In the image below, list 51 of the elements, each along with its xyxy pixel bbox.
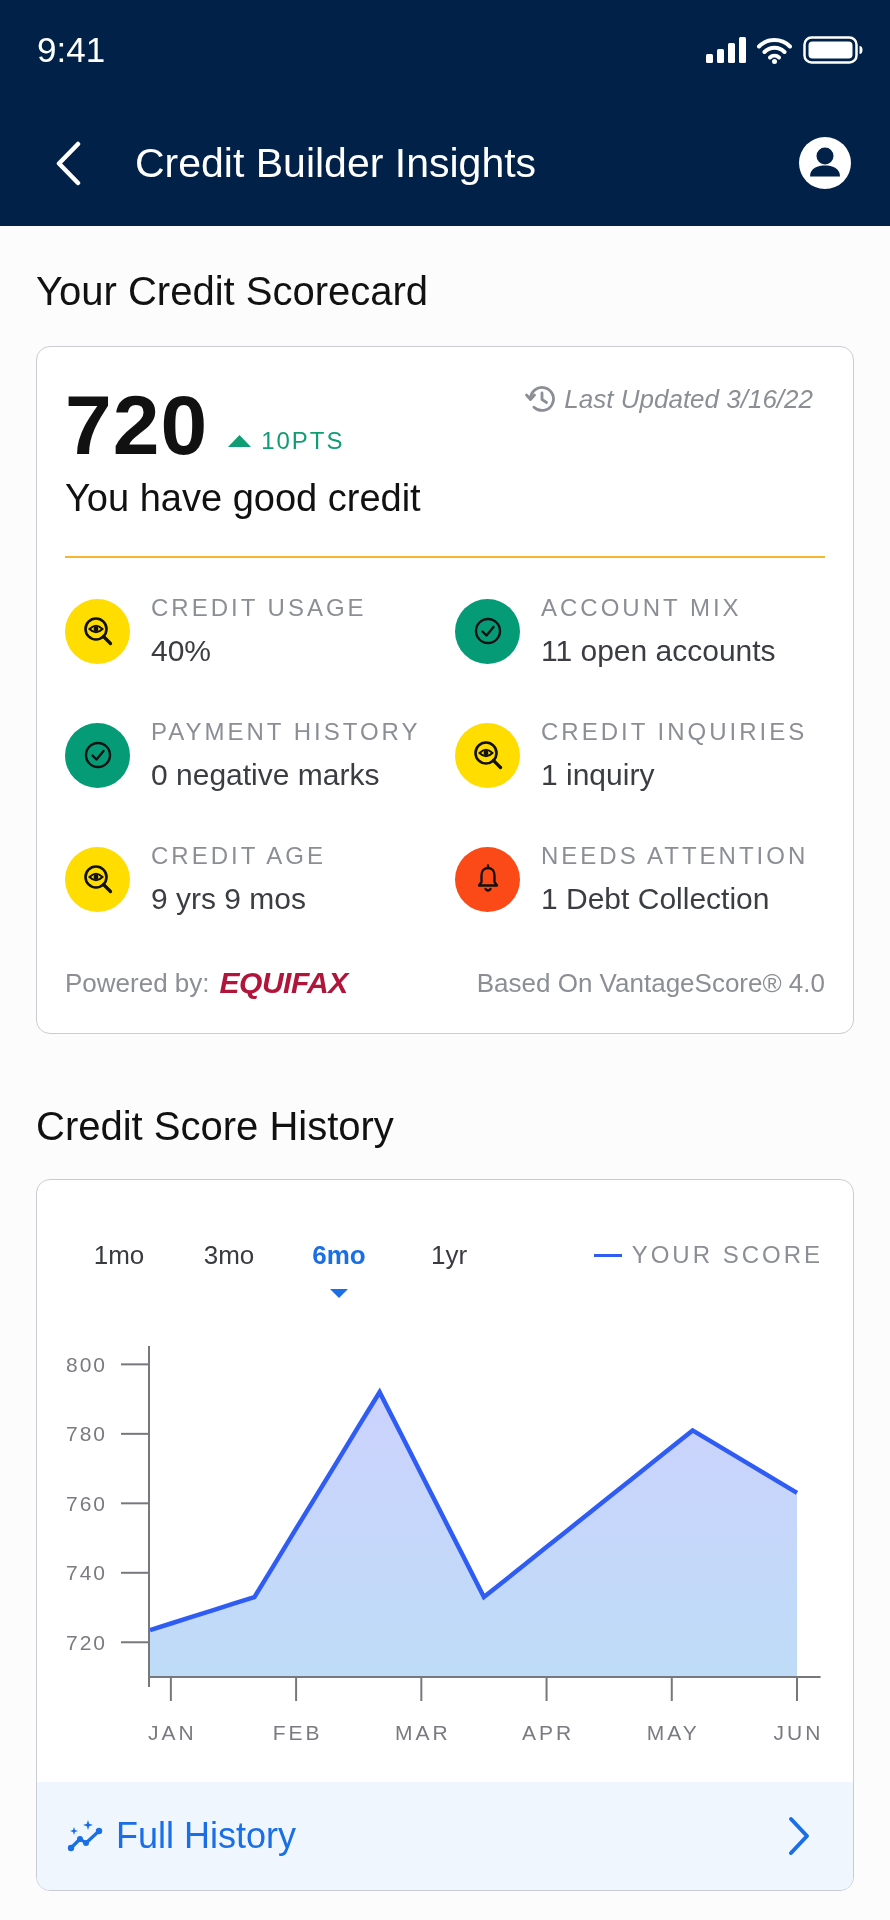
full-history-link[interactable]: Full History <box>37 1782 853 1890</box>
metric-label: CREDIT USAGE <box>151 593 367 623</box>
score-model: Based On VantageScore® 4.0 <box>476 968 825 998</box>
triangle-indicator-icon <box>330 1289 348 1298</box>
period-tab[interactable]: 1mo <box>64 1238 174 1272</box>
x-axis-label: JAN <box>148 1720 197 1744</box>
battery-icon <box>803 36 863 64</box>
trend-sparkle-icon <box>67 1819 104 1853</box>
metric-label: PAYMENT HISTORY <box>151 717 421 747</box>
score-change: 10PTS <box>261 426 345 456</box>
y-axis-label: 800 <box>65 1352 107 1376</box>
x-axis-label: APR <box>521 1720 575 1744</box>
wifi-icon <box>756 36 793 64</box>
y-axis-label: 720 <box>65 1630 107 1654</box>
legend-line-icon <box>593 1253 622 1257</box>
period-tab[interactable]: 1yr <box>394 1238 504 1272</box>
metric-value: 1 Debt Collection <box>541 881 771 917</box>
metric-value: 9 yrs 9 mos <box>151 881 308 917</box>
y-axis-label: 760 <box>65 1491 107 1515</box>
x-axis-label: MAY <box>646 1720 700 1744</box>
y-axis-label: 740 <box>65 1561 107 1585</box>
back-icon[interactable] <box>54 140 82 186</box>
status-time: 9:41 <box>37 30 106 70</box>
powered-by-label: Powered by: <box>65 968 210 998</box>
chevron-right-icon <box>788 1816 810 1856</box>
y-axis-label: 780 <box>65 1422 107 1446</box>
section-heading: Your Credit Scorecard <box>36 271 430 311</box>
x-axis-label: MAR <box>395 1720 451 1744</box>
x-axis-label: FEB <box>272 1720 323 1744</box>
metric-label: NEEDS ATTENTION <box>541 841 809 871</box>
credit-score: 720 <box>65 384 209 466</box>
metric-value: 40% <box>151 633 213 669</box>
history-icon <box>524 384 557 414</box>
triangle-up-icon <box>228 435 252 447</box>
metric-label: CREDIT AGE <box>151 841 326 871</box>
period-tab[interactable]: 3mo <box>174 1238 284 1272</box>
metric-value: 0 negative marks <box>151 757 381 793</box>
period-tab[interactable]: 6mo <box>284 1238 394 1298</box>
signal-icon <box>706 37 746 63</box>
legend-label: YOUR SCORE <box>631 1240 823 1270</box>
logo-wordmark: EQUIFAX <box>219 966 348 1000</box>
metric-value: 1 inquiry <box>541 757 656 793</box>
last-updated: Last Updated 3/16/22 <box>564 385 813 413</box>
metric-label: CREDIT INQUIRIES <box>541 717 808 747</box>
x-axis-label: JUN <box>773 1720 824 1744</box>
screen-title: Credit Builder Insights <box>135 139 537 187</box>
section-heading: Credit Score History <box>36 1103 395 1150</box>
profile-icon[interactable] <box>799 137 851 189</box>
metric-value: 11 open accounts <box>541 633 776 669</box>
credit-rating: You have good credit <box>65 476 422 521</box>
metric-label: ACCOUNT MIX <box>541 593 743 623</box>
